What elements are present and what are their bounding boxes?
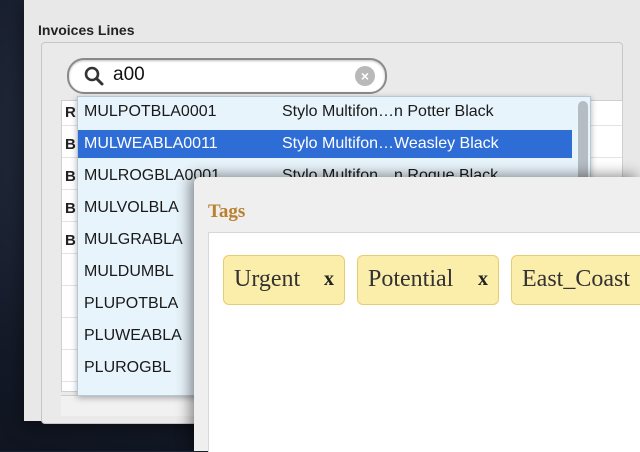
tags-window: Tags Urgent x Potential x East_Coast x bbox=[194, 177, 640, 452]
item-code: MULGRABLA bbox=[84, 231, 183, 248]
item-code: PLUWEABLA bbox=[84, 327, 182, 344]
row-cell: B bbox=[65, 136, 76, 153]
row-cell: B bbox=[65, 200, 76, 217]
tag-chip[interactable]: Potential x bbox=[357, 255, 499, 305]
tag-chip[interactable]: East_Coast x bbox=[511, 255, 640, 305]
search-input[interactable] bbox=[113, 63, 353, 87]
item-code: PLUPOTBLA bbox=[84, 295, 179, 312]
item-code: MULDUMBL bbox=[84, 263, 174, 280]
tag-chip[interactable]: Urgent x bbox=[223, 255, 345, 305]
item-code: MULVOLBLA bbox=[84, 199, 179, 216]
dropdown-item-selected[interactable]: MULWEABLA0011 Stylo Multifon…Weasley Bla… bbox=[78, 130, 572, 158]
tag-label: Urgent bbox=[234, 266, 301, 292]
item-code: PLUROGBL bbox=[84, 359, 172, 376]
tags-title: Tags bbox=[208, 201, 246, 222]
dropdown-item[interactable]: MULPOTBLA0001 Stylo Multifon…n Potter Bl… bbox=[78, 98, 572, 126]
item-description: Stylo Multifon…n Potter Black bbox=[282, 103, 494, 120]
invoices-title: Invoices Lines bbox=[38, 22, 135, 38]
remove-tag-button[interactable]: x bbox=[478, 268, 488, 291]
search-field[interactable]: × bbox=[67, 58, 387, 94]
item-description: Stylo Multifon…Weasley Black bbox=[282, 135, 499, 152]
row-cell: B bbox=[65, 168, 76, 185]
item-code: MULWEABLA0011 bbox=[84, 135, 218, 152]
tag-label: East_Coast bbox=[522, 266, 630, 292]
row-cell: R bbox=[65, 104, 76, 121]
search-icon bbox=[84, 66, 104, 86]
tag-label: Potential bbox=[368, 266, 454, 292]
item-code: MULPOTBLA0001 bbox=[84, 103, 217, 120]
row-cell: B bbox=[65, 232, 76, 249]
dropdown-scrollbar[interactable] bbox=[578, 101, 588, 185]
clear-search-icon[interactable]: × bbox=[355, 66, 375, 86]
remove-tag-button[interactable]: x bbox=[324, 268, 334, 291]
tags-panel: Urgent x Potential x East_Coast x bbox=[208, 232, 640, 452]
